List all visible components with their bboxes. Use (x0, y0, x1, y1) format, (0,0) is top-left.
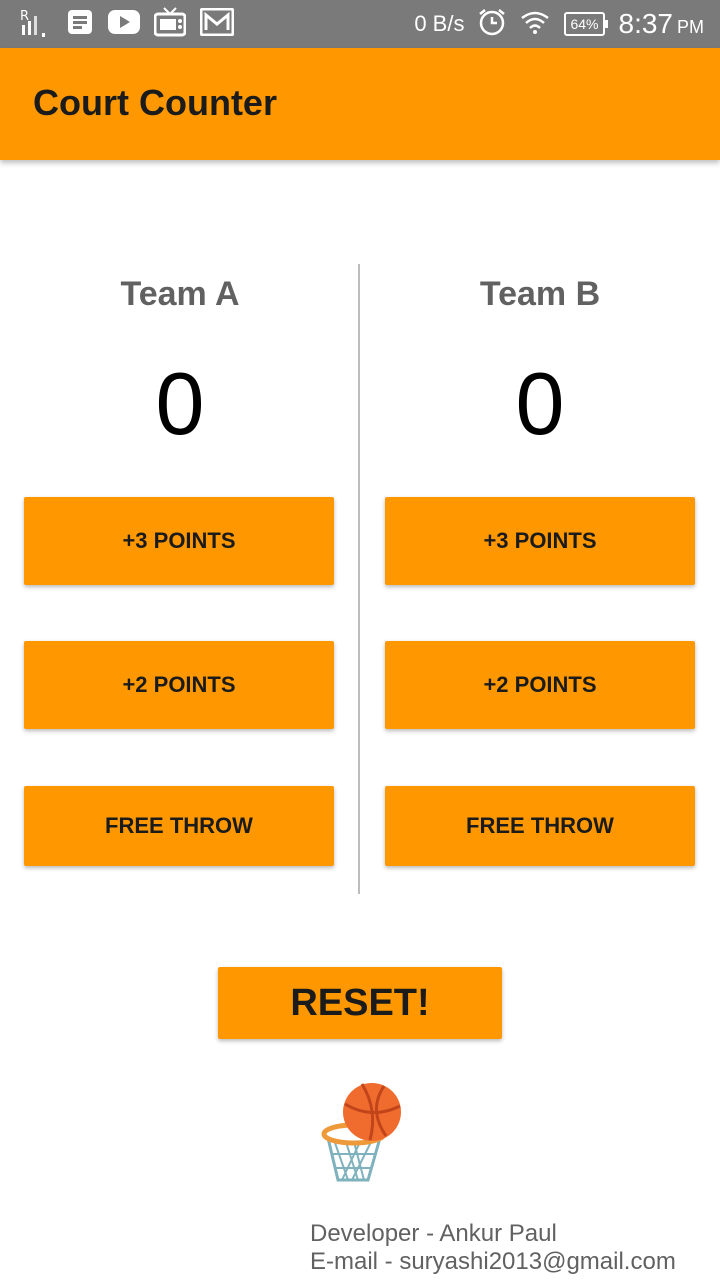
alarm-icon (478, 8, 506, 41)
clock-ampm: PM (677, 17, 704, 37)
wifi-icon (520, 10, 550, 39)
team-a-plus-three-button[interactable]: +3 POINTS (24, 497, 334, 585)
tv-icon (153, 6, 187, 42)
basketball-hoop-icon (318, 1080, 408, 1188)
clock: 8:37 PM (619, 8, 705, 40)
team-b-plus-three-button[interactable]: +3 POINTS (385, 497, 695, 585)
notes-icon (66, 8, 94, 41)
youtube-icon (108, 9, 140, 39)
clock-time: 8:37 (618, 8, 674, 39)
svg-text:R: R (20, 9, 29, 24)
team-a-name: Team A (120, 275, 240, 313)
team-b-plus-two-button[interactable]: +2 POINTS (385, 641, 695, 729)
battery-icon: 64% (564, 12, 608, 36)
team-a-score: 0 (155, 354, 205, 453)
team-b-free-throw-button[interactable]: FREE THROW (385, 786, 695, 866)
gmail-icon (199, 7, 235, 41)
team-a-free-throw-button[interactable]: FREE THROW (24, 786, 334, 866)
battery-level: 64% (570, 16, 599, 32)
developer-name: Developer - Ankur Paul (310, 1220, 557, 1247)
team-b-name: Team B (479, 275, 601, 313)
network-speed: 0 B/s (414, 11, 465, 36)
developer-email: E-mail - suryashi2013@gmail.com (310, 1248, 676, 1275)
status-bar: R 0 B/s 64% 8:37 PM (0, 0, 720, 48)
app-title: Court Counter (33, 82, 277, 123)
reset-button[interactable]: RESET! (218, 967, 502, 1039)
notification-icons: R (20, 6, 235, 42)
team-a-plus-two-button[interactable]: +2 POINTS (24, 641, 334, 729)
system-icons: 0 B/s 64% 8:37 PM (414, 6, 704, 42)
team-b-score: 0 (515, 354, 565, 453)
developer-credits: Developer - Ankur Paul E-mail - suryashi… (310, 1220, 676, 1276)
signal-icon: R (20, 7, 52, 42)
app-bar: Court Counter (0, 48, 720, 160)
